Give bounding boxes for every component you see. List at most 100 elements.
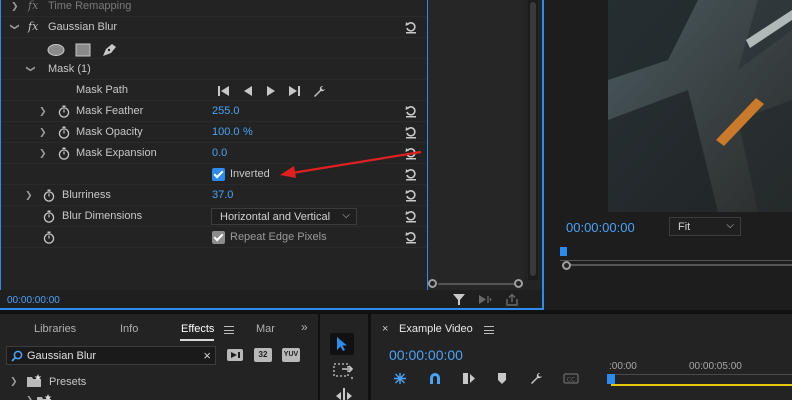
vertical-scrollbar[interactable] xyxy=(528,0,538,280)
twirl-right-icon[interactable]: ❯ xyxy=(10,376,18,387)
pen-mask-icon[interactable] xyxy=(100,43,118,57)
blurriness-row[interactable]: ❯ Blurriness 37.0 xyxy=(1,185,427,206)
timeline-playhead[interactable] xyxy=(607,374,615,384)
add-marker-icon[interactable] xyxy=(495,372,509,385)
tab-effects[interactable]: Effects xyxy=(181,323,214,335)
blur-dimensions-row: Blur Dimensions Horizontal and Vertical … xyxy=(1,206,427,227)
blurriness-label: Blurriness xyxy=(62,189,111,201)
twirl-right-icon[interactable]: ❯ xyxy=(25,190,33,200)
tab-markers[interactable]: Mar xyxy=(256,323,277,335)
reset-icon[interactable] xyxy=(404,104,418,118)
twirl-right-icon[interactable]: ❯ xyxy=(39,106,47,116)
more-tabs-icon[interactable]: » xyxy=(301,320,308,334)
nest-sequence-icon[interactable] xyxy=(393,372,407,385)
filter-icon[interactable] xyxy=(452,293,466,306)
close-icon[interactable]: × xyxy=(382,323,388,335)
inverted-checkbox[interactable] xyxy=(212,168,225,181)
accelerated-effects-icon[interactable] xyxy=(226,348,244,362)
zoom-value: Fit xyxy=(678,221,691,233)
program-time-ruler[interactable] xyxy=(560,245,792,261)
linked-selection-icon[interactable] xyxy=(462,372,476,385)
folder-star-icon xyxy=(27,374,42,387)
effects-search-input[interactable] xyxy=(27,348,197,363)
selection-tool[interactable] xyxy=(330,333,354,355)
sequence-tab[interactable]: Example Video xyxy=(399,323,473,335)
stopwatch-icon[interactable] xyxy=(43,210,55,223)
mask-feather-row[interactable]: ❯ Mask Feather 255.0 xyxy=(1,101,427,122)
panel-menu-icon[interactable] xyxy=(224,326,234,334)
timeline-timecode[interactable]: 00:00:00:00 xyxy=(389,347,463,363)
wrench-icon[interactable] xyxy=(529,372,543,385)
panel-tabs: Libraries Info Effects Mar » xyxy=(0,314,318,341)
track-forward-icon[interactable] xyxy=(264,85,278,97)
clear-search-icon[interactable]: × xyxy=(203,348,211,363)
twirl-right-icon[interactable]: ❯ xyxy=(26,395,34,400)
mask-feather-value[interactable]: 255.0 xyxy=(212,105,240,117)
inverted-label[interactable]: Inverted xyxy=(230,168,270,180)
track-select-tool-icon[interactable] xyxy=(332,361,356,383)
work-area-bar[interactable] xyxy=(611,384,792,386)
video-frame[interactable] xyxy=(608,0,792,212)
footer-timecode[interactable]: 00:00:00:00 xyxy=(7,295,60,306)
program-playhead[interactable] xyxy=(560,247,567,256)
stopwatch-icon[interactable] xyxy=(58,105,70,118)
export-icon[interactable] xyxy=(505,293,519,306)
fx-icon[interactable]: fx xyxy=(28,20,38,33)
mask-expansion-value[interactable]: 0.0 xyxy=(212,147,227,159)
32-bit-effects-button[interactable]: 32 xyxy=(254,348,272,362)
gaussian-blur-row[interactable]: ❯ fx Gaussian Blur xyxy=(1,17,427,38)
track-backward-frame-icon[interactable] xyxy=(217,85,231,97)
program-timecode[interactable]: 00:00:00:00 xyxy=(566,220,635,235)
annotation-arrow xyxy=(280,150,422,178)
repeat-edge-checkbox[interactable] xyxy=(212,231,225,244)
stopwatch-icon[interactable] xyxy=(43,189,55,202)
repeat-edge-label[interactable]: Repeat Edge Pixels xyxy=(230,231,327,243)
twirl-right-icon[interactable]: ❯ xyxy=(39,148,47,158)
scrollbar-thumb[interactable] xyxy=(530,2,536,276)
twirl-right-icon[interactable]: ❯ xyxy=(39,127,47,137)
stopwatch-icon[interactable] xyxy=(58,126,70,139)
panel-menu-icon[interactable] xyxy=(484,326,494,334)
fx-icon[interactable]: fx xyxy=(28,0,38,12)
blur-dimensions-dropdown[interactable]: Horizontal and Vertical ⌵ xyxy=(211,208,357,225)
time-remapping-row[interactable]: ❯ fx Time Remapping xyxy=(1,0,427,17)
ripple-edit-tool-icon[interactable] xyxy=(332,386,356,400)
program-zoom-scrollbar[interactable] xyxy=(562,264,792,266)
yuv-effects-button[interactable]: YUV xyxy=(282,348,300,362)
blurriness-value[interactable]: 37.0 xyxy=(212,189,233,201)
twirl-right-icon[interactable]: ❯ xyxy=(11,1,19,11)
stopwatch-icon[interactable] xyxy=(43,231,55,244)
ellipse-mask-icon[interactable] xyxy=(47,43,65,57)
reset-icon[interactable] xyxy=(404,230,418,244)
presets-folder-row[interactable]: ❯ Presets xyxy=(0,372,318,392)
play-audio-icon[interactable] xyxy=(478,293,492,306)
tab-libraries[interactable]: Libraries xyxy=(34,323,76,335)
mask-opacity-value[interactable]: 100.0 xyxy=(212,126,240,138)
track-backward-icon[interactable] xyxy=(241,85,255,97)
search-icon xyxy=(11,350,23,362)
tab-info[interactable]: Info xyxy=(120,323,138,335)
reset-icon[interactable] xyxy=(404,188,418,202)
reset-icon[interactable] xyxy=(404,125,418,139)
zoom-handle-right[interactable] xyxy=(514,279,523,288)
reset-icon[interactable] xyxy=(404,209,418,223)
captions-icon[interactable]: CC xyxy=(563,372,579,385)
effect-controls-timeline[interactable] xyxy=(428,0,524,290)
zoom-handle-left[interactable] xyxy=(428,279,437,288)
ruler-label: :00:00 xyxy=(609,361,637,372)
mask-opacity-row[interactable]: ❯ Mask Opacity 100.0 % xyxy=(1,122,427,143)
zoom-handle-left[interactable] xyxy=(562,261,571,270)
twirl-down-icon[interactable]: ❯ xyxy=(10,23,20,31)
mask-row[interactable]: ❯ Mask (1) xyxy=(1,59,427,80)
zoom-bar[interactable] xyxy=(438,283,514,285)
snap-magnet-icon[interactable] xyxy=(428,372,442,385)
horizontal-zoom-scrollbar[interactable] xyxy=(428,279,528,289)
twirl-down-icon[interactable]: ❯ xyxy=(26,65,36,73)
wrench-icon[interactable] xyxy=(312,85,326,97)
effects-search-box[interactable]: × xyxy=(6,346,216,365)
zoom-dropdown[interactable]: Fit ⌵ xyxy=(669,217,741,236)
stopwatch-icon[interactable] xyxy=(58,147,70,160)
reset-icon[interactable] xyxy=(404,20,418,34)
rectangle-mask-icon[interactable] xyxy=(74,43,92,57)
track-forward-frame-icon[interactable] xyxy=(287,85,301,97)
